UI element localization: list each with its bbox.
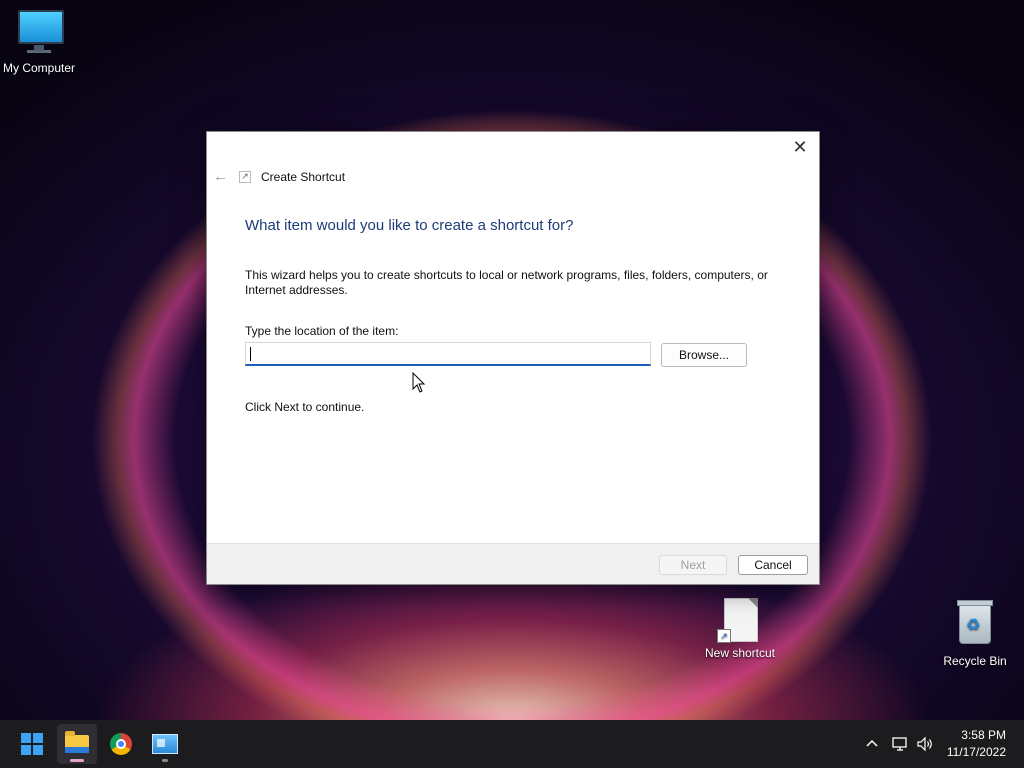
- location-label: Type the location of the item:: [245, 324, 399, 338]
- chrome-icon: [110, 733, 132, 755]
- chevron-up-icon: [866, 739, 878, 747]
- volume-button[interactable]: [916, 720, 934, 768]
- control-panel-icon: [152, 734, 178, 754]
- desktop-icon-new-shortcut[interactable]: ↗ New shortcut: [698, 598, 782, 660]
- text-caret: [250, 347, 251, 361]
- clock-time: 3:58 PM: [961, 728, 1006, 742]
- start-button[interactable]: [12, 724, 52, 764]
- start-icon: [21, 733, 43, 755]
- desktop-icon-my-computer[interactable]: My Computer: [0, 10, 81, 75]
- shortcut-wizard-icon: ↗: [239, 170, 251, 183]
- next-button[interactable]: Next: [659, 555, 727, 575]
- continue-hint: Click Next to continue.: [245, 400, 365, 414]
- taskbar-chrome[interactable]: [101, 724, 141, 764]
- network-icon: [892, 737, 907, 751]
- create-shortcut-dialog: ✕ ← ↗ Create Shortcut What item would yo…: [206, 131, 820, 585]
- recycle-bin-icon: ♻: [933, 600, 1017, 644]
- desktop-icon-recycle-bin[interactable]: ♻ Recycle Bin: [933, 600, 1017, 668]
- page-heading: What item would you like to create a sho…: [245, 217, 574, 234]
- file-explorer-icon: [65, 731, 89, 753]
- browse-button[interactable]: Browse...: [661, 343, 747, 367]
- volume-icon: [917, 736, 932, 752]
- wizard-header: ← ↗ Create Shortcut: [213, 168, 345, 185]
- shortcut-file-icon: ↗: [698, 598, 782, 643]
- location-input[interactable]: [245, 342, 651, 366]
- wizard-description: This wizard helps you to create shortcut…: [245, 268, 768, 297]
- cancel-button[interactable]: Cancel: [738, 555, 808, 575]
- wizard-title: Create Shortcut: [261, 169, 346, 184]
- dialog-footer: Next Cancel: [207, 543, 819, 584]
- taskbar-control-panel[interactable]: [145, 724, 185, 764]
- clock-date: 11/17/2022: [946, 745, 1006, 759]
- desktop-icon-label: Recycle Bin: [943, 654, 1007, 668]
- shortcut-arrow-icon: ↗: [717, 629, 731, 643]
- desktop-icon-label: New shortcut: [704, 646, 776, 660]
- taskbar-file-explorer[interactable]: [57, 724, 97, 764]
- close-button[interactable]: ✕: [787, 136, 813, 158]
- running-indicator: [162, 759, 168, 762]
- taskbar: 3:58 PM 11/17/2022: [0, 720, 1024, 768]
- computer-icon: [18, 10, 64, 53]
- desktop-icon-label: My Computer: [2, 61, 76, 75]
- clock[interactable]: 3:58 PM 11/17/2022: [947, 727, 1006, 761]
- mouse-pointer-icon: [412, 372, 426, 393]
- back-arrow-icon[interactable]: ←: [213, 168, 229, 185]
- tray-overflow-button[interactable]: [864, 720, 880, 768]
- network-button[interactable]: [891, 720, 909, 768]
- active-indicator: [70, 759, 84, 762]
